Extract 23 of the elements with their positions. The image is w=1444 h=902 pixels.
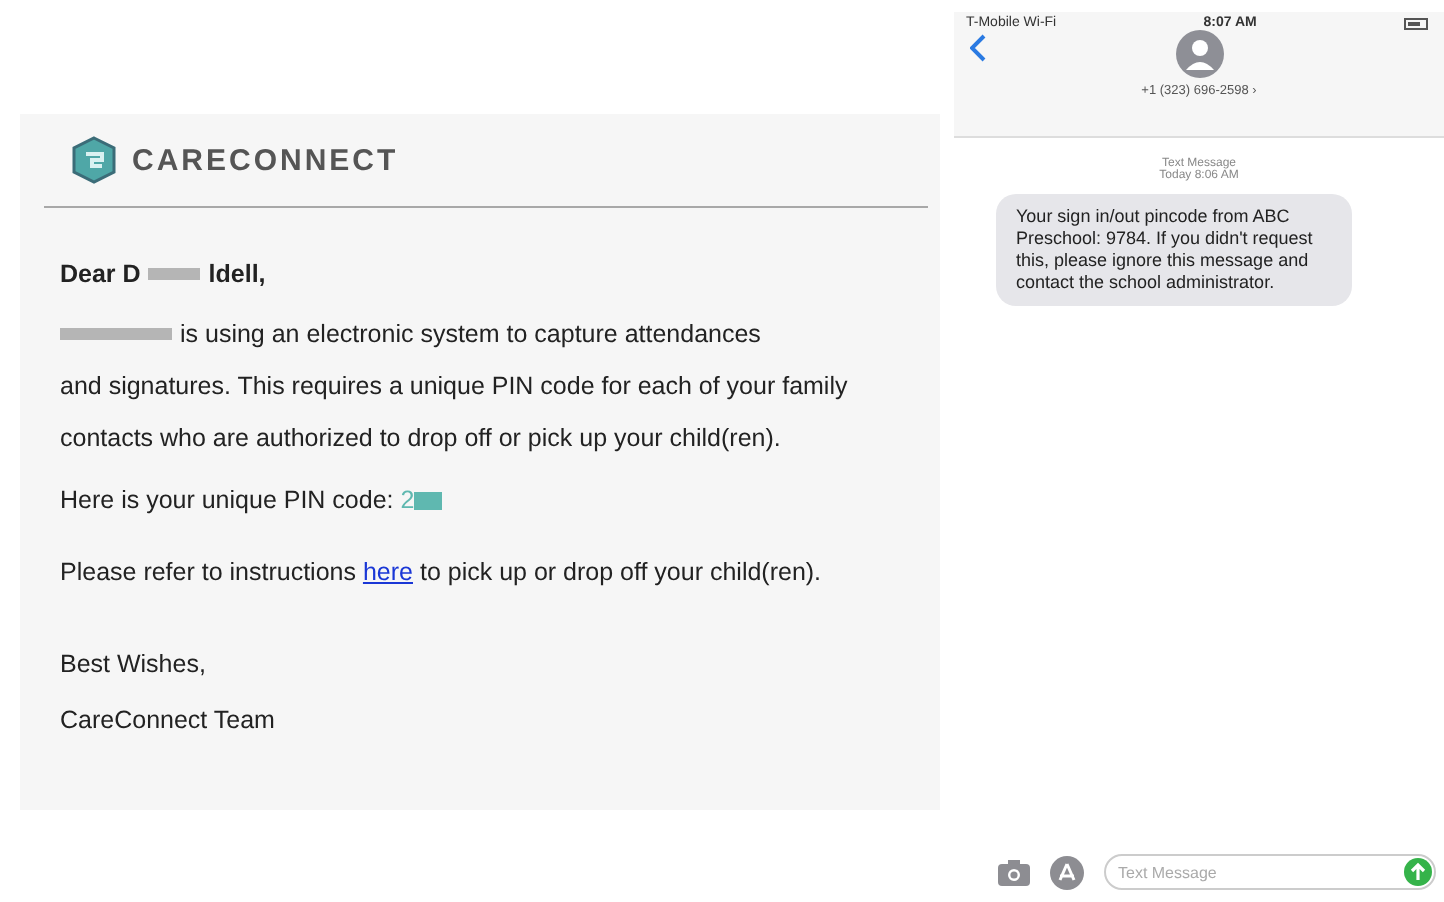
here-link[interactable]: here — [362, 558, 413, 586]
logo-icon — [68, 134, 120, 186]
pin-label: Here is your unique PIN code: — [60, 486, 394, 514]
avatar-icon — [1175, 30, 1223, 78]
redaction-block — [148, 268, 201, 280]
brand-name: CARECONNECT — [132, 143, 399, 177]
back-icon[interactable] — [970, 34, 986, 62]
greeting-text: Dear D — [60, 260, 141, 288]
closing-text: Best Wishes, — [60, 648, 208, 682]
message-bubble: Your sign in/out pincode from ABC Preschool: 9784. If you didn't request this, please ignore this message and contact the school administrator. — [996, 194, 1352, 306]
greeting-text: ldell, — [208, 260, 266, 288]
signature-text: CareConnect Team — [60, 704, 277, 738]
redaction-block — [60, 328, 172, 340]
camera-icon[interactable] — [998, 859, 1030, 885]
redaction-block — [414, 492, 443, 511]
send-icon[interactable] — [1404, 858, 1432, 886]
instructions-text: Please refer to instructions here to pick up or drop off your child(ren). — [60, 556, 824, 590]
battery-icon — [1404, 17, 1432, 29]
pin-code: 2 — [400, 486, 415, 514]
app-store-icon[interactable] — [1050, 855, 1084, 889]
paragraph-text: is using an electronic system to capture attendances — [180, 318, 761, 352]
message-input-field[interactable]: Text Message — [1104, 854, 1436, 890]
paragraph-text: and signatures. This requires a unique PIN code for each of your family contacts who are authorized to drop off or pick up your child(ren). — [60, 370, 850, 456]
